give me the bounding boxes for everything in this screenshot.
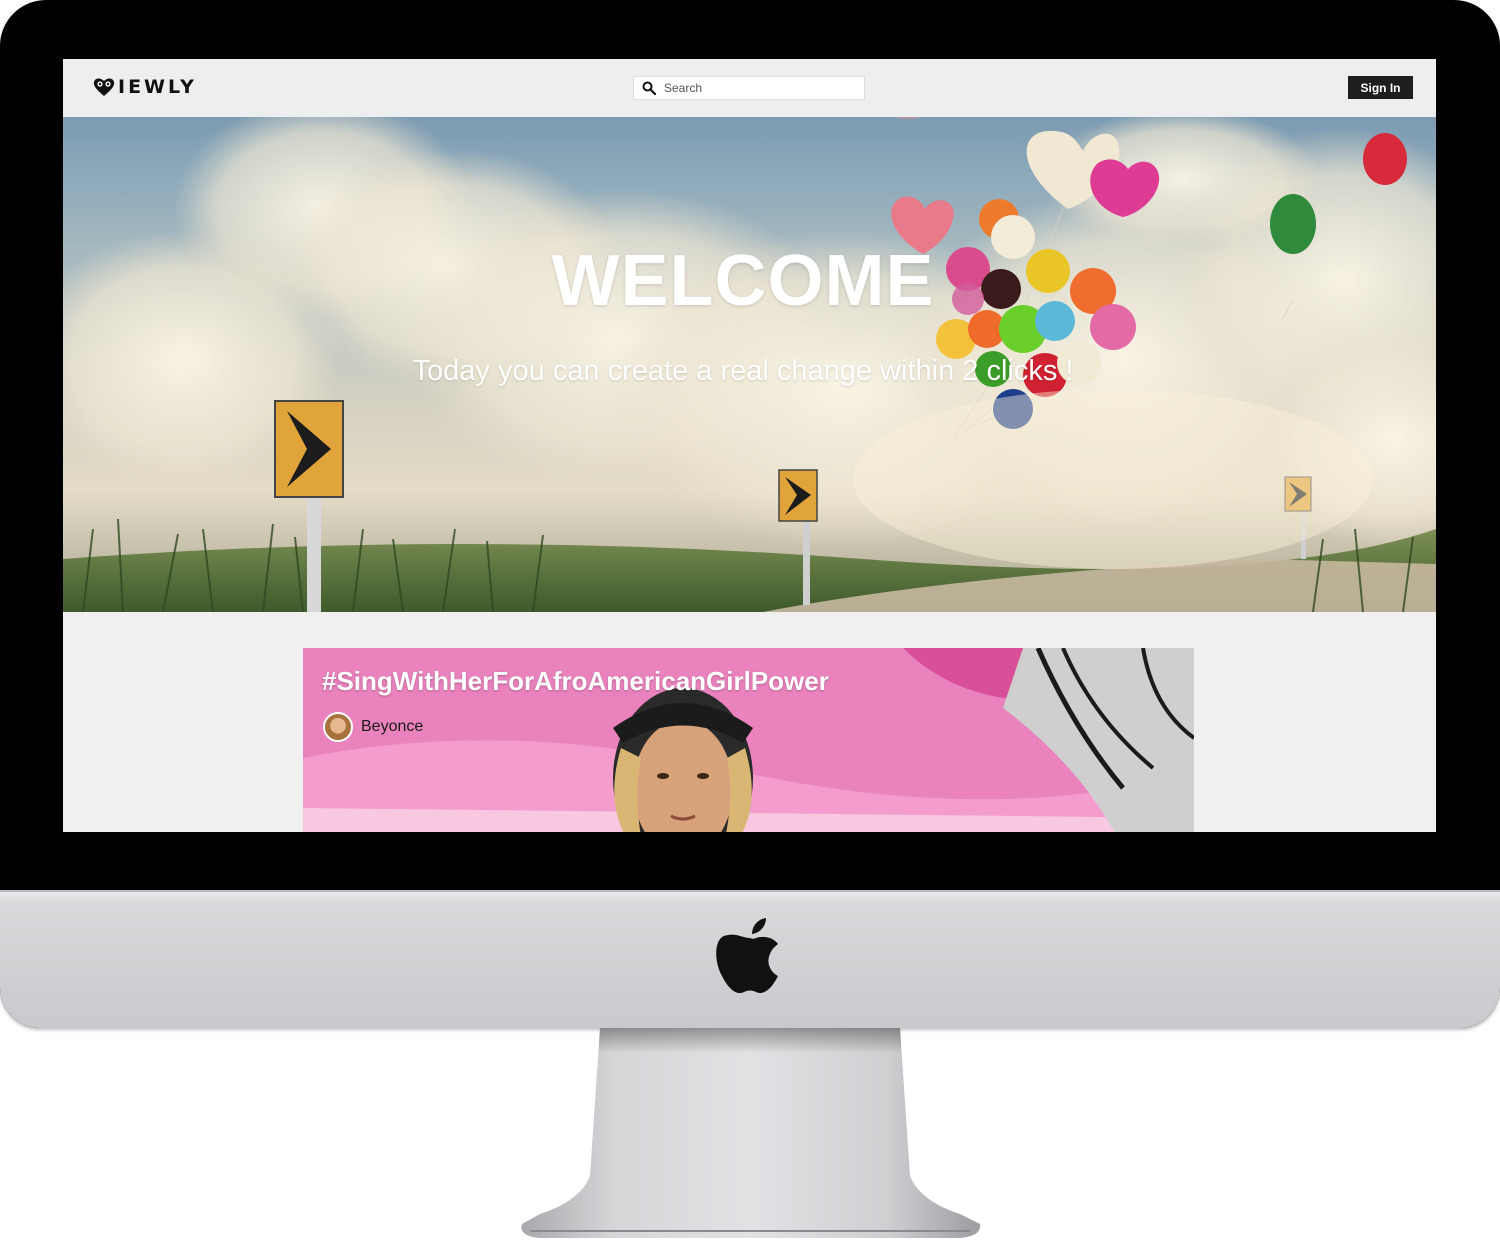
hero-subtitle: Today you can create a real change withi… xyxy=(412,355,1074,387)
heart-glasses-icon xyxy=(93,78,115,96)
campaign-card[interactable]: #SingWithHerForAfroAmericanGirlPower Bey… xyxy=(303,648,1194,832)
feed-section: #SingWithHerForAfroAmericanGirlPower Bey… xyxy=(63,612,1436,832)
hero-title: WELCOME xyxy=(551,241,935,321)
author-name: Beyonce xyxy=(361,718,424,735)
apple-logo-icon xyxy=(716,918,778,994)
hero-background-image xyxy=(63,59,1436,612)
avatar xyxy=(323,712,353,742)
viewly-logo[interactable]: IEWLY xyxy=(93,76,197,98)
hero-banner: WELCOME Today you can create a real chan… xyxy=(63,59,1436,612)
campaign-author[interactable]: Beyonce xyxy=(323,712,423,742)
imac-frame: WELCOME Today you can create a real chan… xyxy=(0,0,1500,1028)
top-navbar: IEWLY Sign In xyxy=(63,59,1436,117)
imac-stand xyxy=(521,1028,981,1238)
search-box[interactable] xyxy=(633,76,865,100)
campaign-title: #SingWithHerForAfroAmericanGirlPower xyxy=(322,666,829,696)
logo-text: IEWLY xyxy=(118,76,197,98)
sign-in-button[interactable]: Sign In xyxy=(1348,76,1413,99)
search-icon xyxy=(642,81,656,95)
search-input[interactable] xyxy=(664,81,854,95)
browser-viewport: WELCOME Today you can create a real chan… xyxy=(63,59,1436,832)
